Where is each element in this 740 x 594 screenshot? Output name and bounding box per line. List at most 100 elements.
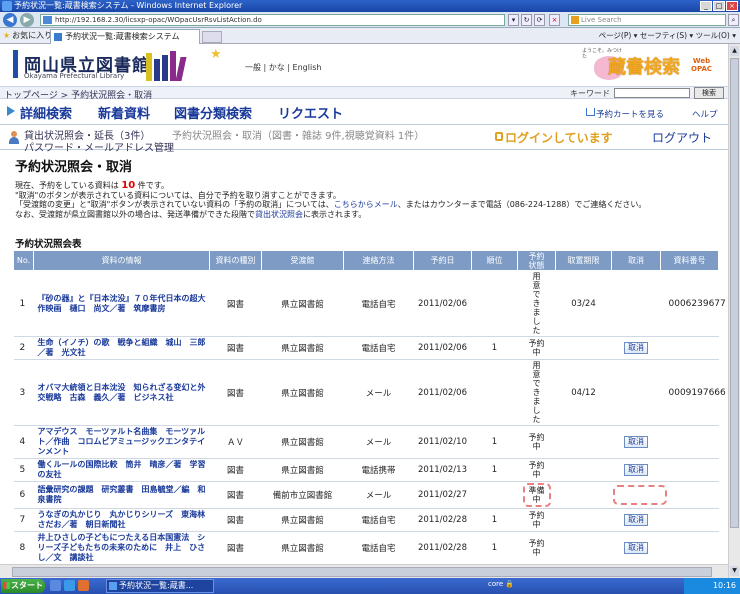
cancel-button[interactable]: 取消 — [624, 342, 648, 354]
hscroll-thumb[interactable] — [12, 567, 712, 577]
forward-icon[interactable]: ▶ — [20, 13, 34, 27]
search-input[interactable]: Live Search — [568, 14, 726, 26]
cancel-button[interactable]: 取消 — [624, 464, 648, 476]
logo-bar — [13, 50, 18, 78]
scroll-down-icon[interactable]: ▼ — [730, 566, 739, 576]
opac-title[interactable]: 蔵書検索 — [608, 53, 680, 79]
reserve-status: 予約 中 — [517, 425, 556, 459]
menu-classification-search[interactable]: 図書分類検索 — [174, 103, 252, 122]
row-number: 4 — [13, 425, 34, 459]
queue-rank: 1 — [471, 508, 518, 532]
reservation-table: No. 資料の情報 資料の種別 受渡館 連絡方法 予約日 順位 予約 状態 取置期限 取消 資料番号… — [13, 250, 726, 578]
loan-status-inline-link[interactable]: 貸出状況照会 — [255, 210, 303, 219]
cancel-button[interactable]: 取消 — [624, 542, 648, 554]
reserve-date: 2011/02/28 — [413, 508, 472, 532]
ie-quicklaunch-icon[interactable] — [64, 580, 75, 591]
tab-active[interactable]: 予約状況一覧:蔵書検索システム — [50, 29, 200, 44]
item-number: 0006239677 — [660, 270, 726, 337]
queue-rank: 1 — [471, 425, 518, 459]
status-text: 用 意 で き ま し た — [532, 361, 541, 424]
tab-bar: お気に入り 予約状況一覧:蔵書検索システム ページ(P) ▾ セーフティ(S) … — [0, 28, 740, 44]
cancel-cell: 取消 — [611, 458, 661, 482]
horizontal-scrollbar[interactable] — [0, 564, 728, 578]
menu-advanced-search[interactable]: 詳細検索 — [20, 103, 72, 122]
item-type: 図書 — [209, 336, 262, 360]
table-row: 3 オバマ大統領と日本沈没 知られざる变幻と外交戦略 古森 義久／著 ビジネス社図… — [13, 359, 726, 426]
item-title-link[interactable]: 井上ひさしの子どもにつたえる日本国憲法 シリーズ子どもたちの未来のために 井上 … — [33, 531, 210, 565]
vscroll-thumb[interactable] — [730, 58, 739, 528]
column-header: 取消 — [611, 250, 661, 271]
hold-deadline — [555, 458, 612, 482]
help-link[interactable]: ヘルプ — [692, 108, 718, 120]
cancel-cell — [611, 270, 661, 337]
scroll-up-icon[interactable]: ▲ — [730, 46, 739, 56]
cancel-button[interactable]: 取消 — [624, 436, 648, 448]
search-icon[interactable]: ⌕ — [728, 14, 739, 26]
favorites-button[interactable]: お気に入り — [3, 30, 52, 42]
maximize-button[interactable]: □ — [713, 1, 725, 11]
dropdown-icon[interactable]: ▾ — [508, 14, 519, 26]
breadcrumb-bar: トップページ > 予約状況照会・取消 キーワード 検索 — [0, 86, 728, 101]
item-title-link[interactable]: うなぎの丸かじり 丸かじりシリーズ 東海林 さだお／著 朝日新聞社 — [33, 508, 213, 532]
keyword-search-button[interactable]: 検索 — [694, 87, 724, 99]
keyword-input[interactable] — [614, 88, 690, 98]
password-link[interactable]: パスワード・メールアドレス管理 — [24, 139, 174, 154]
stop-icon[interactable]: × — [549, 14, 560, 26]
pickup-library: 県立図書館 — [261, 425, 344, 459]
logout-link[interactable]: ログアウト — [652, 129, 712, 146]
user-menu: 貸出状況照会・延長（3件） 予約状況照会・取消（図書・雑誌 9件,視聴覚資料 1… — [0, 124, 728, 154]
refresh-icon[interactable]: ↻ — [521, 14, 532, 26]
mail-link[interactable]: こちらからメール — [334, 200, 398, 209]
item-number — [660, 458, 719, 482]
quicklaunch-icon[interactable] — [50, 580, 61, 591]
column-header: 受渡館 — [261, 250, 344, 271]
window-title: 予約状況一覧:蔵書検索システム - Windows Internet Explo… — [14, 1, 243, 10]
reserve-date: 2011/02/27 — [413, 481, 472, 509]
item-title-link[interactable]: 語彙研究の課題 研究叢書 田島毓堂／編 和泉書院 — [33, 481, 210, 509]
reserve-status: 予約 中 — [517, 336, 556, 360]
column-header: 資料番号 — [660, 250, 719, 271]
menu-new-arrivals[interactable]: 新着資料 — [98, 103, 150, 122]
minimize-button[interactable]: _ — [700, 1, 712, 11]
item-title-link[interactable]: 生命（イノチ）の歌 戦争と組織 城山 三郎／著 光文社 — [33, 336, 210, 360]
start-button[interactable]: スタート — [1, 579, 45, 593]
contact-method: 電話自宅 — [343, 531, 414, 565]
toolbar-tools[interactable]: ページ(P) ▾ セーフティ(S) ▾ ツール(O) ▾ — [599, 31, 736, 41]
item-title-link[interactable]: 働くルールの国際比較 筒井 晴彦／著 学習の友社 — [33, 458, 210, 482]
close-button[interactable]: × — [726, 1, 738, 11]
new-tab-button[interactable] — [202, 31, 222, 43]
media-quicklaunch-icon[interactable] — [78, 580, 89, 591]
info-line-2: "取消"のボタンが表示されている資料については、自分で予約を取り消すことができま… — [15, 190, 341, 200]
queue-rank: 1 — [471, 531, 518, 565]
item-type: 図書 — [209, 508, 262, 532]
contact-method: メール — [343, 359, 414, 426]
reserve-status: 予約 中 — [517, 458, 556, 482]
reserve-count: 10 — [121, 180, 136, 191]
ie-icon — [2, 1, 12, 11]
cart-link[interactable]: 予約カートを見る — [596, 108, 664, 120]
keyword-label: キーワード — [570, 89, 610, 98]
menu-request[interactable]: リクエスト — [278, 103, 343, 122]
item-title-link[interactable]: アマデウス モーツァルト名曲集 モーツァルト／作曲 コロムビアミュージックエンタ… — [33, 425, 210, 459]
item-title-link[interactable]: 『砂の器』と『日本沈没』７０年代日本の超大作映画 樋口 尚文／著 筑摩書房 — [33, 270, 210, 337]
cancel-cell — [611, 481, 667, 509]
vertical-scrollbar[interactable]: ▲ ▼ — [728, 44, 740, 578]
cancel-button[interactable]: 取消 — [624, 514, 648, 526]
hold-deadline: 04/12 — [555, 359, 612, 426]
language-links[interactable]: 一般 | かな | English — [245, 62, 321, 73]
taskbar-ie-window[interactable]: 予約状況一覧:蔵書... — [106, 579, 214, 593]
queue-rank — [471, 359, 518, 426]
lock-icon — [495, 132, 503, 141]
url-input[interactable]: http://192.168.2.30/licsxp-opac/WOpacUsr… — [40, 14, 505, 26]
info-pre: 現在、予約をしている資料は — [15, 181, 119, 190]
item-title-link[interactable]: オバマ大統領と日本沈没 知られざる变幻と外交戦略 古森 義久／著 ビジネス社 — [33, 359, 210, 426]
reserve-date: 2011/02/13 — [413, 458, 472, 482]
refresh-icon-2[interactable]: ⟳ — [534, 14, 545, 26]
row-number: 3 — [13, 359, 34, 426]
star-icon: ★ — [210, 47, 222, 62]
hold-deadline: 03/24 — [555, 270, 612, 337]
hold-deadline — [555, 531, 612, 565]
status-text: 準備 中 — [522, 483, 551, 507]
column-header: 予約日 — [413, 250, 472, 271]
back-icon[interactable]: ◀ — [3, 13, 17, 27]
